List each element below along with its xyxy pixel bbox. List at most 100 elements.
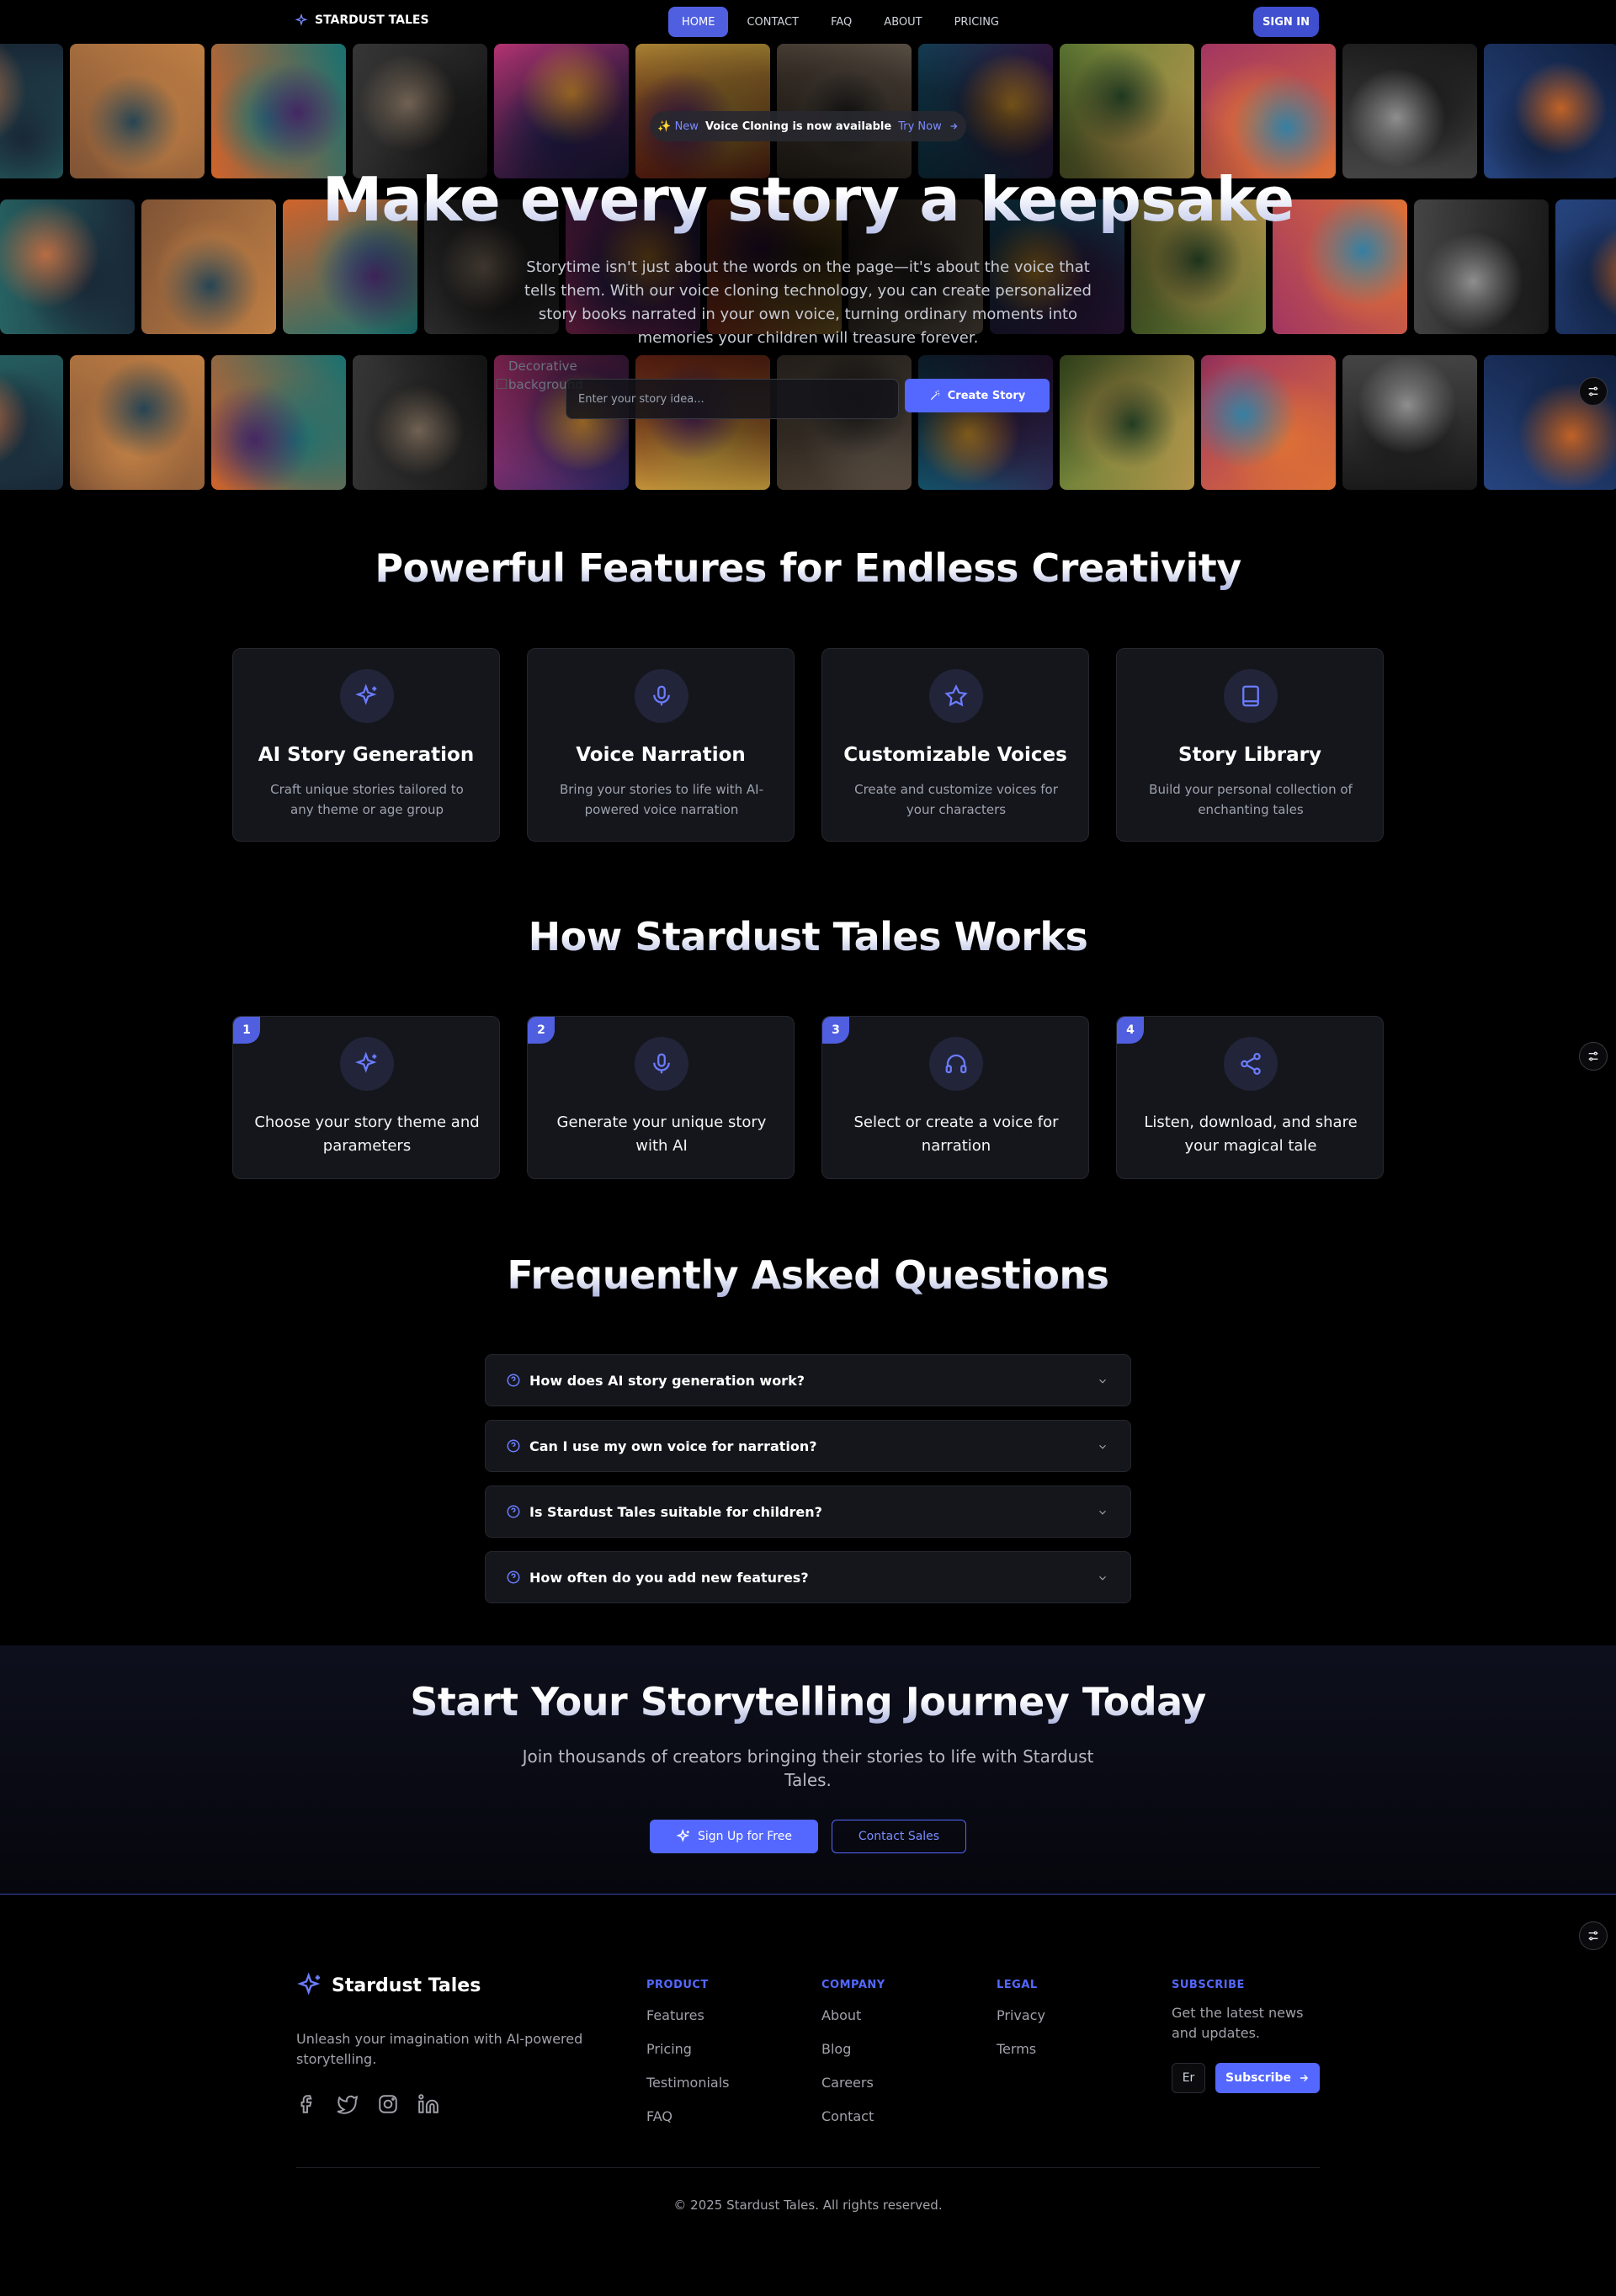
step-icon-circle [635, 1037, 688, 1091]
announcement-pill[interactable]: ✨ New Voice Cloning is now available Try… [650, 111, 966, 141]
footer-link-pricing[interactable]: Pricing [646, 2039, 730, 2059]
features-title: Powerful Features for Endless Creativity [0, 545, 1616, 591]
sign-up-label: Sign Up for Free [698, 1830, 792, 1843]
help-circle-icon [507, 1439, 520, 1453]
feature-card: Story Library Build your personal collec… [1116, 648, 1384, 842]
step-text: Listen, download, and share your magical… [1144, 1113, 1358, 1155]
footer-company-column: COMPANY About Blog Careers Contact [821, 1979, 885, 2126]
sliders-icon [1588, 1051, 1598, 1061]
faq-question: Is Stardust Tales suitable for children? [529, 1503, 822, 1520]
feature-title: Story Library [1178, 744, 1321, 766]
nav-pricing[interactable]: PRICING [941, 7, 1013, 37]
sparkles-icon [295, 13, 308, 26]
step-text: Generate your unique story with AI [556, 1113, 767, 1155]
footer-product-column: PRODUCT Features Pricing Testimonials FA… [646, 1979, 730, 2126]
pill-try-link[interactable]: Try Now [898, 120, 942, 133]
step-card: 2 Generate your unique story with AI [527, 1016, 795, 1179]
hero-title: Make every story a keepsake [0, 164, 1616, 235]
star-icon [944, 684, 968, 707]
footer-link-testimonials[interactable]: Testimonials [646, 2073, 730, 2092]
faq-item[interactable]: How often do you add new features? [485, 1551, 1131, 1603]
footer-brand-name: Stardust Tales [332, 1974, 481, 1996]
facebook-icon[interactable] [296, 2093, 318, 2115]
help-circle-icon [507, 1505, 520, 1518]
feature-description: Craft unique stories tailored to any the… [270, 782, 464, 817]
linkedin-icon[interactable] [417, 2093, 439, 2115]
footer-link-terms[interactable]: Terms [997, 2039, 1045, 2059]
footer-heading: COMPANY [821, 1979, 885, 1991]
step-icon-circle [929, 1037, 983, 1091]
step-card: 1 Choose your story theme and parameters [232, 1016, 500, 1179]
footer-link-features[interactable]: Features [646, 2006, 730, 2025]
settings-toggle-button[interactable] [1579, 377, 1608, 406]
instagram-icon[interactable] [377, 2093, 399, 2115]
top-navigation: STARDUST TALES HOME CONTACT FAQ ABOUT PR… [0, 0, 1616, 44]
footer-link-blog[interactable]: Blog [821, 2039, 885, 2059]
brand-name: STARDUST TALES [315, 13, 429, 27]
cta-section: Start Your Storytelling Journey Today Jo… [0, 1645, 1616, 1895]
step-card: 4 Listen, download, and share your magic… [1116, 1016, 1384, 1179]
feature-title: AI Story Generation [258, 744, 475, 766]
twitter-icon[interactable] [337, 2093, 359, 2115]
how-it-works-title: How Stardust Tales Works [0, 914, 1616, 959]
microphone-icon [653, 685, 670, 706]
subscribe-label: Subscribe [1225, 2071, 1291, 2085]
feature-icon-circle [929, 669, 983, 723]
faq-item[interactable]: Is Stardust Tales suitable for children? [485, 1485, 1131, 1538]
brand-logo[interactable]: STARDUST TALES [295, 13, 429, 27]
feature-card: AI Story Generation Craft unique stories… [232, 648, 500, 842]
nav-links: HOME CONTACT FAQ ABOUT PRICING [668, 7, 1013, 37]
sparkles-icon [355, 683, 377, 705]
help-circle-icon [507, 1571, 520, 1584]
feature-card: Voice Narration Bring your stories to li… [527, 648, 795, 842]
sign-in-button[interactable]: SIGN IN [1253, 7, 1319, 37]
step-icon-circle [1224, 1037, 1278, 1091]
footer-link-about[interactable]: About [821, 2006, 885, 2025]
footer-brand[interactable]: Stardust Tales [296, 1972, 481, 1999]
story-idea-input[interactable]: Enter your story idea... [566, 379, 899, 419]
contact-sales-button[interactable]: Contact Sales [832, 1820, 966, 1853]
email-input[interactable]: Er [1172, 2063, 1205, 2093]
create-story-button[interactable]: Create Story [905, 379, 1050, 412]
faq-item[interactable]: How does AI story generation work? [485, 1354, 1131, 1406]
footer-link-contact[interactable]: Contact [821, 2107, 885, 2126]
hero-subtitle: Storytime isn't just about the words on … [524, 258, 1092, 347]
footer-heading: SUBSCRIBE [1172, 1979, 1245, 1991]
feature-icon-circle [340, 669, 394, 723]
footer-link-faq[interactable]: FAQ [646, 2107, 730, 2126]
settings-toggle-button[interactable] [1579, 1042, 1608, 1071]
settings-toggle-button[interactable] [1579, 1921, 1608, 1950]
broken-image-icon [497, 379, 507, 389]
nav-home[interactable]: HOME [668, 7, 729, 37]
feature-title: Voice Narration [576, 744, 746, 766]
pill-new-label: ✨ New [657, 120, 699, 133]
footer-link-careers[interactable]: Careers [821, 2073, 885, 2092]
step-text: Select or create a voice for narration [853, 1113, 1059, 1155]
sliders-icon [1588, 1931, 1598, 1941]
footer: Stardust Tales Unleash your imagination … [0, 1895, 1616, 2296]
chevron-down-icon [1099, 1444, 1106, 1449]
nav-about[interactable]: ABOUT [870, 7, 935, 37]
sign-up-button[interactable]: Sign Up for Free [650, 1820, 818, 1853]
help-circle-icon [507, 1374, 520, 1387]
subscribe-text: Get the latest news and updates. [1172, 2005, 1304, 2041]
faq-item[interactable]: Can I use my own voice for narration? [485, 1420, 1131, 1472]
faq-question: How often do you add new features? [529, 1569, 809, 1586]
nav-faq[interactable]: FAQ [817, 7, 865, 37]
step-number-badge: 3 [822, 1017, 849, 1044]
step-icon-circle [340, 1037, 394, 1091]
microphone-icon [653, 1053, 670, 1074]
subscribe-button[interactable]: Subscribe [1215, 2063, 1320, 2093]
footer-heading: PRODUCT [646, 1979, 709, 1991]
share-icon [1241, 1053, 1261, 1075]
step-number-badge: 4 [1117, 1017, 1144, 1044]
step-number-badge: 1 [233, 1017, 260, 1044]
sparkles-icon [355, 1051, 377, 1073]
feature-description: Bring your stories to life with AI-power… [559, 782, 764, 817]
footer-legal-column: LEGAL Privacy Terms [997, 1979, 1045, 2059]
feature-card: Customizable Voices Create and customize… [821, 648, 1089, 842]
footer-link-privacy[interactable]: Privacy [997, 2006, 1045, 2025]
create-story-label: Create Story [947, 389, 1026, 402]
arrow-right-icon [950, 123, 958, 130]
nav-contact[interactable]: CONTACT [733, 7, 812, 37]
